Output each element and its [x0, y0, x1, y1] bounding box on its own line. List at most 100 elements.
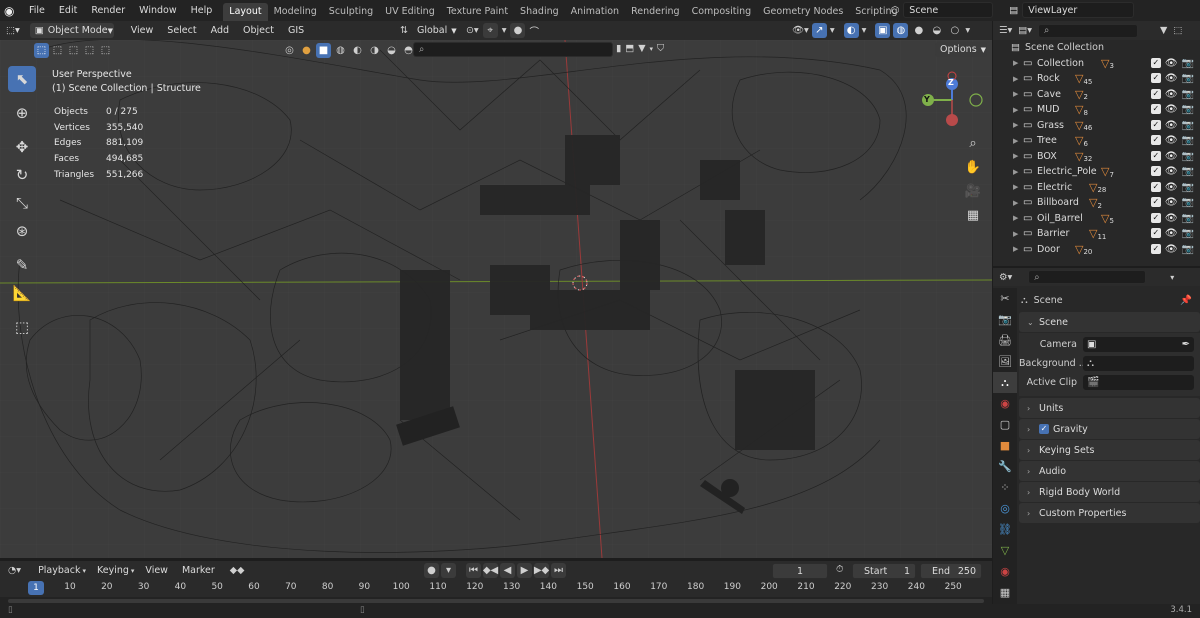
playhead[interactable]: 1	[28, 581, 44, 595]
select-subtract-icon[interactable]: ⬚	[66, 43, 81, 58]
camera-view-icon[interactable]: 🎥	[962, 180, 984, 202]
eye-icon[interactable]: 👁	[1165, 166, 1178, 177]
overlay-dropdown-icon[interactable]: ▾	[862, 25, 867, 36]
expand-arrow-icon[interactable]: ▶	[1013, 106, 1023, 114]
select-intersect-icon[interactable]: ⬚	[98, 43, 113, 58]
panel-keying-sets[interactable]: › Keying Sets	[1019, 440, 1200, 460]
eye-icon[interactable]: 👁	[1165, 244, 1178, 255]
viewport-menu-select[interactable]: Select	[160, 20, 203, 41]
select-box-tool-icon[interactable]: ⬉	[8, 66, 36, 92]
outliner-item-electric[interactable]: ▶ ▭ Electric ▽ 28 ✓ 👁 📷	[993, 180, 1200, 196]
render-camera-icon[interactable]: 📷	[1182, 197, 1194, 208]
pin-icon[interactable]: 📌	[1180, 295, 1192, 306]
exclude-checkbox[interactable]: ✓	[1150, 166, 1161, 177]
rendered-shading-icon[interactable]: ○	[947, 23, 962, 38]
render-camera-icon[interactable]: 📷	[1182, 244, 1194, 255]
exclude-checkbox[interactable]: ✓	[1150, 57, 1161, 68]
outliner-item-tree[interactable]: ▶ ▭ Tree ▽ 6 ✓ 👁 📷	[993, 133, 1200, 149]
expand-arrow-icon[interactable]: ▶	[1013, 245, 1023, 253]
eye-icon[interactable]: 👁	[1165, 213, 1178, 224]
render-camera-icon[interactable]: 📷	[1182, 120, 1194, 131]
outliner-item-barrier[interactable]: ▶ ▭ Barrier ▽ 11 ✓ 👁 📷	[993, 226, 1200, 242]
expand-arrow-icon[interactable]: ▶	[1013, 214, 1023, 222]
expand-arrow-icon[interactable]: ▶	[1013, 152, 1023, 160]
eye-icon[interactable]: 👁	[1165, 120, 1178, 131]
outliner-item-box[interactable]: ▶ ▭ BOX ▽ 32 ✓ 👁 📷	[993, 149, 1200, 165]
viewport-menu-object[interactable]: Object	[236, 20, 281, 41]
render-camera-icon[interactable]: 📷	[1182, 182, 1194, 193]
tab-layout[interactable]: Layout	[223, 3, 268, 21]
next-keyframe-icon[interactable]: ▶◆	[534, 563, 549, 578]
exclude-checkbox[interactable]: ✓	[1150, 228, 1161, 239]
render-camera-icon[interactable]: 📷	[1182, 228, 1194, 239]
texture-tab-icon[interactable]: ▦	[993, 582, 1017, 603]
exclude-checkbox[interactable]: ✓	[1150, 243, 1161, 254]
options-button[interactable]: Options ▼	[935, 42, 987, 57]
pivot-point-icon[interactable]: ⊙▾	[466, 25, 479, 36]
overlay-toggle-icon[interactable]: ◐	[843, 23, 859, 38]
properties-options-icon[interactable]: ▾	[1170, 273, 1174, 282]
data-tab-icon[interactable]: ▽	[993, 540, 1017, 561]
expand-arrow-icon[interactable]: ▶	[1013, 230, 1023, 238]
navigation-gizmo[interactable]: Z Y	[918, 70, 990, 130]
editor-type-icon[interactable]: ⚙▾	[999, 272, 1012, 283]
end-frame-field[interactable]: End 250	[920, 563, 982, 579]
tab-sculpting[interactable]: Sculpting	[323, 3, 379, 21]
menu-file[interactable]: File	[22, 0, 52, 21]
expand-arrow-icon[interactable]: ▶	[1013, 75, 1023, 83]
filter-icon[interactable]: ▼	[1160, 25, 1167, 36]
tool-tab-icon[interactable]: ✂	[993, 288, 1017, 309]
mode-selector[interactable]: ▣ Object Mode ▼	[29, 23, 114, 38]
render-camera-icon[interactable]: 📷	[1182, 104, 1194, 115]
view-layer-selector[interactable]: ViewLayer	[1022, 2, 1135, 18]
tab-animation[interactable]: Animation	[565, 3, 625, 21]
tab-compositing[interactable]: Compositing	[686, 3, 758, 21]
shield-icon[interactable]: ⛉	[657, 43, 664, 54]
filter-camera-icon[interactable]: ◐	[350, 43, 365, 58]
panel-units[interactable]: › Units	[1019, 398, 1200, 418]
collection-tab-icon[interactable]: ▢	[993, 414, 1017, 435]
particles-tab-icon[interactable]: ⁘	[993, 477, 1017, 498]
viewport-menu-view[interactable]: View	[124, 20, 161, 41]
render-camera-icon[interactable]: 📷	[1182, 135, 1194, 146]
stopwatch-icon[interactable]: ⏱	[836, 564, 843, 575]
select-box-icon[interactable]: ⬚	[34, 43, 49, 58]
editor-type-icon[interactable]: ◔▾	[8, 565, 21, 576]
timeline-menu-view[interactable]: View	[138, 560, 175, 581]
measure-tool-icon[interactable]: 📐	[8, 280, 36, 306]
outliner-item-mud[interactable]: ▶ ▭ MUD ▽ 8 ✓ 👁 📷	[993, 102, 1200, 118]
eye-icon[interactable]: 👁	[1165, 135, 1178, 146]
play-icon[interactable]: ▶	[517, 563, 532, 578]
keyframe-icon[interactable]: ◆◆	[230, 565, 245, 576]
scene-selector[interactable]: Scene	[903, 2, 994, 18]
material-tab-icon[interactable]: ◉	[993, 561, 1017, 582]
viewport-search-input[interactable]: ⌕	[413, 42, 613, 57]
annotate-tool-icon[interactable]: ✎	[8, 252, 36, 278]
filter-mesh-icon[interactable]: ■	[316, 43, 331, 58]
outliner-search-input[interactable]: ⌕	[1038, 23, 1139, 38]
transform-orientation-selector[interactable]: Global ▼	[412, 23, 457, 38]
exclude-checkbox[interactable]: ✓	[1150, 150, 1161, 161]
start-frame-field[interactable]: Start 1	[852, 563, 916, 579]
world-tab-icon[interactable]: ◉	[993, 393, 1017, 414]
exclude-checkbox[interactable]: ✓	[1150, 181, 1161, 192]
move-tool-icon[interactable]: ✥	[8, 134, 36, 160]
render-camera-icon[interactable]: 📷	[1182, 151, 1194, 162]
jump-end-icon[interactable]: ⏭	[551, 563, 566, 578]
panel-audio[interactable]: › Audio	[1019, 461, 1200, 481]
filter-empty-icon[interactable]: ◑	[367, 43, 382, 58]
cursor-tool-icon[interactable]: ⊕	[8, 100, 36, 126]
expand-arrow-icon[interactable]: ▶	[1013, 137, 1023, 145]
transform-orientation-icon[interactable]: ⇅	[400, 25, 408, 36]
pan-hand-icon[interactable]: ✋	[962, 156, 984, 178]
gizmo-dropdown-icon[interactable]: ▾	[830, 25, 835, 36]
exclude-checkbox[interactable]: ✓	[1150, 197, 1161, 208]
render-camera-icon[interactable]: 📷	[1182, 213, 1194, 224]
expand-arrow-icon[interactable]: ▶	[1013, 121, 1023, 129]
viewport-menu-add[interactable]: Add	[204, 20, 236, 41]
new-collection-icon[interactable]: ⬚	[1173, 25, 1182, 36]
filter-light-icon[interactable]: ◍	[333, 43, 348, 58]
scrollbar-track[interactable]	[8, 599, 984, 603]
viewport-menu-gis[interactable]: GIS	[281, 20, 311, 41]
modifier-tab-icon[interactable]: 🔧	[993, 456, 1017, 477]
